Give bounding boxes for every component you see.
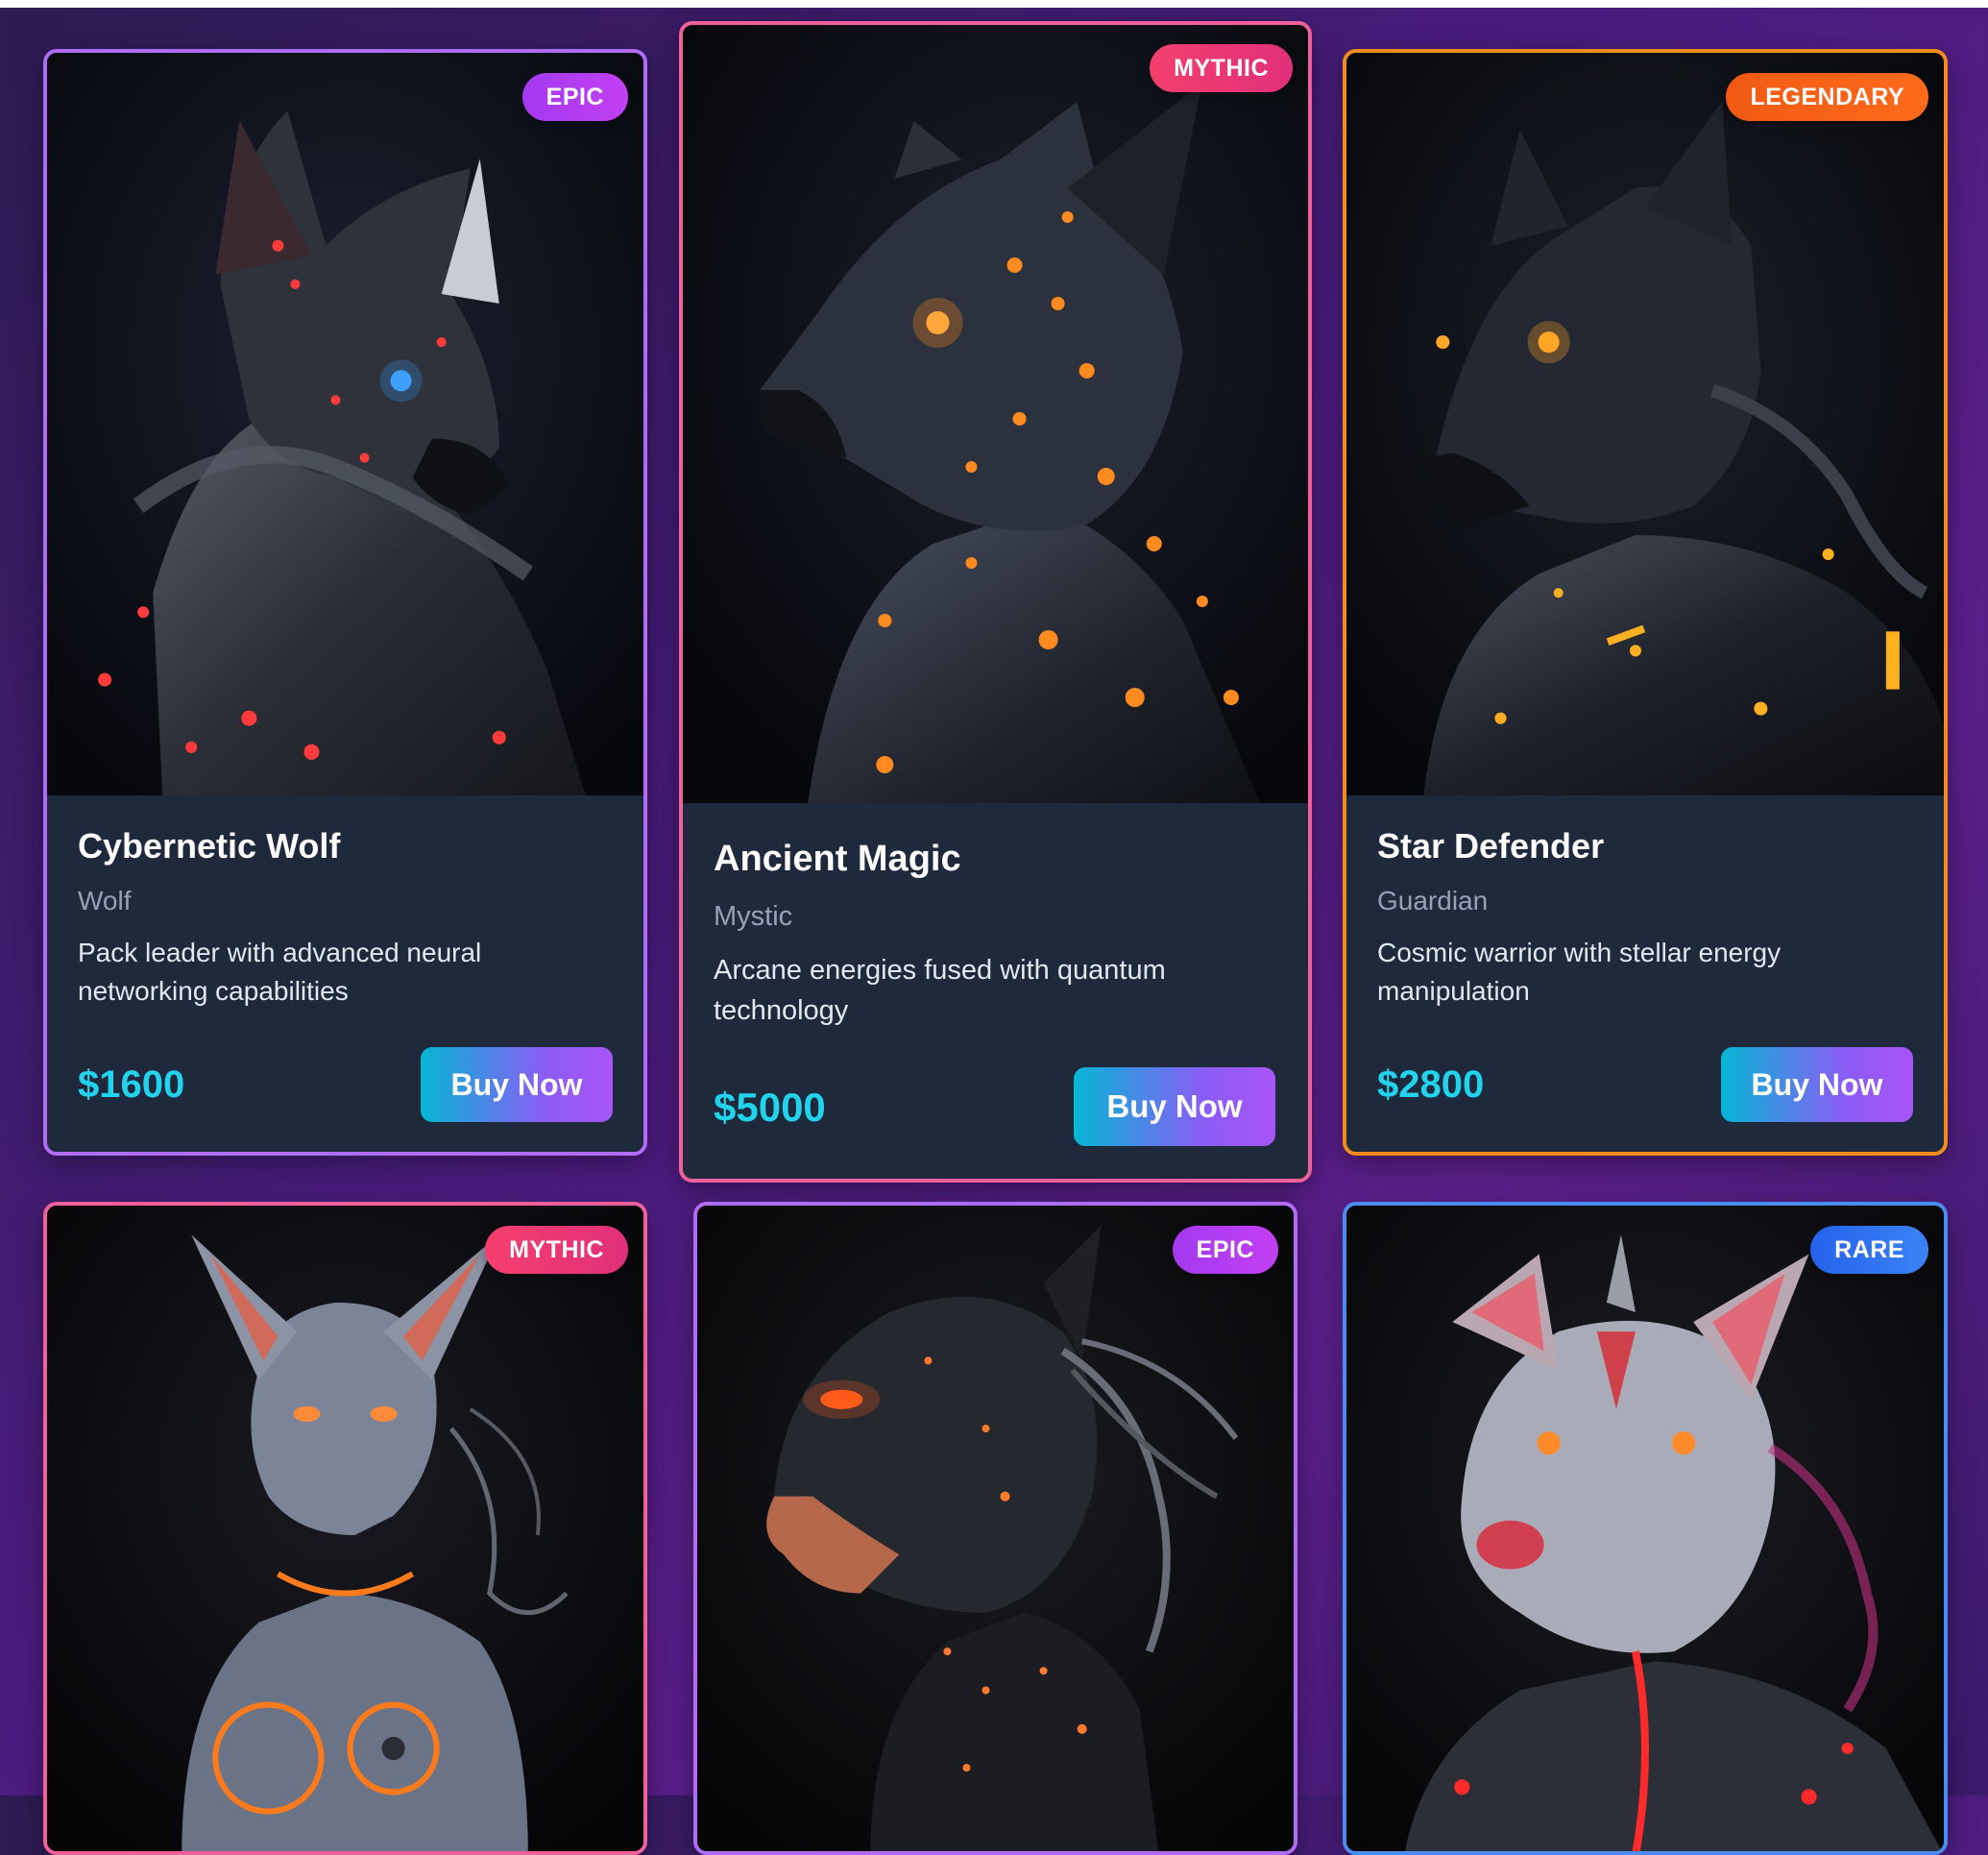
rarity-badge: MYTHIC bbox=[1150, 44, 1293, 92]
buy-now-button[interactable]: Buy Now bbox=[1721, 1047, 1913, 1122]
product-card-cybernetic-wolf: EPIC Cybernetic Wolf Wolf Pack leader wi… bbox=[43, 49, 647, 1156]
product-price: $1600 bbox=[78, 1063, 185, 1106]
card-body: Star Defender Guardian Cosmic warrior wi… bbox=[1346, 826, 1944, 1011]
product-image bbox=[1346, 53, 1944, 795]
product-card-4: MYTHIC bbox=[43, 1202, 647, 1855]
product-card-6: RARE bbox=[1343, 1202, 1948, 1855]
product-title: Ancient Magic bbox=[714, 839, 961, 879]
product-price: $2800 bbox=[1377, 1063, 1485, 1106]
buy-now-button[interactable]: Buy Now bbox=[421, 1047, 613, 1122]
product-description: Cosmic warrior with stellar energy manip… bbox=[1377, 938, 1782, 1006]
product-category: Mystic bbox=[714, 901, 793, 932]
product-image bbox=[697, 1206, 1294, 1851]
product-description: Arcane energies fused with quantum techn… bbox=[714, 955, 1166, 1026]
product-image bbox=[47, 53, 643, 795]
product-card-ancient-magic: MYTHIC Ancient Magic Mystic Arcane energ… bbox=[679, 21, 1312, 1183]
rarity-badge: EPIC bbox=[1172, 1226, 1278, 1274]
buy-now-button[interactable]: Buy Now bbox=[1074, 1067, 1275, 1146]
rarity-badge: EPIC bbox=[521, 73, 628, 121]
rarity-badge: MYTHIC bbox=[485, 1226, 628, 1274]
product-title: Cybernetic Wolf bbox=[78, 826, 341, 866]
product-title: Star Defender bbox=[1377, 826, 1605, 866]
product-category: Wolf bbox=[78, 886, 132, 915]
top-strip bbox=[0, 0, 1988, 8]
product-category: Guardian bbox=[1377, 886, 1489, 915]
card-body: Cybernetic Wolf Wolf Pack leader with ad… bbox=[47, 826, 643, 1011]
product-card-5: EPIC bbox=[693, 1202, 1297, 1855]
card-body: Ancient Magic Mystic Arcane energies fus… bbox=[683, 839, 1308, 1031]
rarity-badge: LEGENDARY bbox=[1726, 73, 1928, 121]
product-image bbox=[683, 25, 1308, 803]
product-image bbox=[1346, 1206, 1944, 1851]
product-description: Pack leader with advanced neural network… bbox=[78, 938, 482, 1006]
product-card-star-defender: LEGENDARY Star Defender Guardian Cosmic … bbox=[1343, 49, 1948, 1156]
product-price: $5000 bbox=[714, 1085, 826, 1130]
product-image bbox=[47, 1206, 643, 1851]
rarity-badge: RARE bbox=[1810, 1226, 1928, 1274]
